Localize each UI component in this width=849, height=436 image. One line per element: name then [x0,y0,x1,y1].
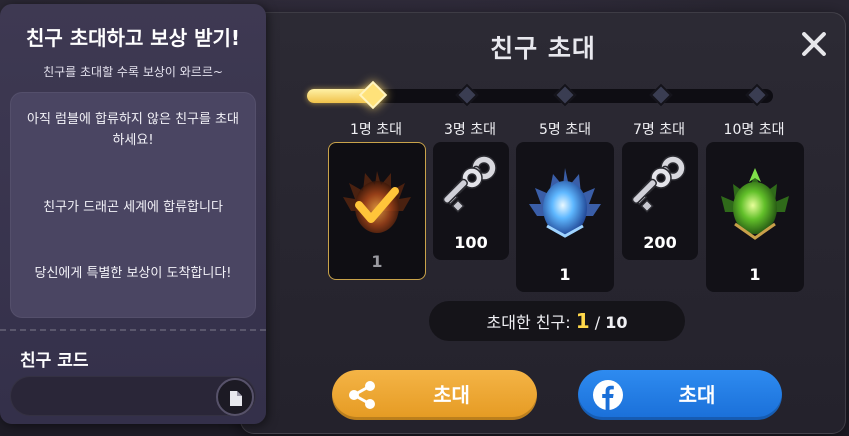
reward-quantity: 1 [559,265,571,284]
side-panel-subtitle: 친구를 초대할 수록 보상이 와르르~ [43,65,223,79]
reward-card[interactable]: 100 [433,142,509,260]
tier-label: 7명 초대 [633,122,685,138]
invite-steps: 아직 럼블에 합류하지 않은 친구를 초대하세요! 친구가 드래곤 세계에 합류… [10,92,256,318]
tier-label: 10명 초대 [723,122,785,138]
share-invite-button[interactable]: 초대 [332,370,537,420]
side-panel-title: 친구 초대하고 보상 받기! [25,26,240,50]
share-button-label: 초대 [433,383,470,407]
invited-max: 10 [605,313,628,332]
friend-code-label: 친구 코드 [20,351,89,371]
copy-icon [230,391,242,406]
silver-key-icon [433,148,509,232]
dragon-egg-ice-icon [516,148,614,252]
reward-quantity: 100 [454,233,488,252]
progress-node [358,80,388,110]
reward-card[interactable]: 1 [516,142,614,292]
invite-step: 아직 럼블에 합류하지 않은 친구를 초대하세요! [26,112,240,148]
reward-quantity: 1 [371,252,383,271]
reward-card[interactable]: 200 [622,142,698,260]
facebook-invite-button[interactable]: 초대 [578,370,782,420]
close-icon[interactable] [799,29,829,59]
tier-label: 1명 초대 [350,122,402,138]
facebook-button-label: 초대 [678,383,716,407]
invited-count: 초대한 친구: 1 / 10 [429,301,685,341]
reward-quantity: 200 [643,233,677,252]
tier-label: 3명 초대 [444,122,496,138]
reward-card[interactable]: 1 [328,142,426,280]
invite-step: 당신에게 특별한 보상이 도착합니다! [34,266,232,281]
invited-separator: / [589,313,606,332]
invite-info-panel: 친구 초대하고 보상 받기! 친구를 초대할 수록 보상이 와르르~ 아직 럼블… [0,4,266,424]
silver-key-icon [622,148,698,232]
copy-code-button[interactable] [216,378,254,416]
divider [0,329,266,331]
dragon-egg-nature-icon [706,148,804,252]
invite-step: 친구가 드래곤 세계에 합류합니다 [43,200,223,215]
tier-label: 5명 초대 [539,122,591,138]
panel-title: 친구 초대 [490,34,596,63]
invited-current: 1 [575,309,590,333]
invited-label: 초대한 친구: [486,313,571,332]
dragon-egg-fire-icon [329,149,425,249]
reward-card[interactable]: 1 [706,142,804,292]
invite-panel: 친구 초대 1명 초대 3명 초대 5명 초대 7명 초대 10명 초대 1 1… [240,12,846,434]
reward-quantity: 1 [749,265,761,284]
